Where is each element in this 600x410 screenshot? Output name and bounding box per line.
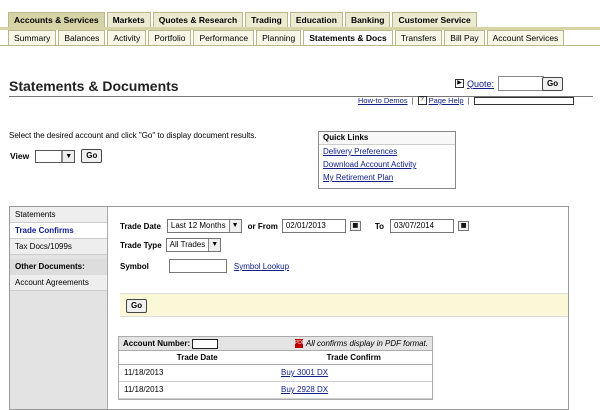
trade-type-value: All Trades (166, 239, 209, 251)
separator: | (467, 96, 470, 105)
utility-box (473, 96, 574, 105)
calendar-icon[interactable]: ▦ (349, 221, 361, 231)
howto-demos-link[interactable]: How-to Demos (358, 96, 408, 105)
chevron-down-icon: ▼ (62, 150, 75, 162)
sidebar-item-trade-confirms[interactable]: Trade Confirms (10, 223, 107, 239)
trade-date-label: Trade Date (120, 221, 161, 231)
account-select-field (36, 150, 63, 162)
trade-date-row: Trade Date Last 12 Months ▼ or From 02/0… (120, 219, 470, 233)
account-number-label: Account Number: (123, 339, 191, 348)
tab-quotes-research[interactable]: Quotes & Research (152, 12, 244, 28)
or-from-label: or From (247, 221, 278, 231)
quote-go-button[interactable]: Go (542, 77, 564, 91)
trade-date-value: Last 12 Months (167, 220, 229, 232)
tab-bill-pay[interactable]: Bill Pay (444, 30, 485, 46)
quote-input[interactable] (498, 76, 545, 91)
tab-education[interactable]: Education (289, 12, 343, 28)
trade-date-cell: 11/18/2013 (124, 385, 164, 394)
primary-nav: Accounts & Services Markets Quotes & Res… (8, 12, 479, 28)
form-go-button[interactable]: Go (126, 299, 148, 313)
pdf-icon: PDF (294, 339, 305, 348)
chevron-down-icon: ▼ (208, 239, 221, 251)
trade-date-select[interactable]: Last 12 Months ▼ (166, 219, 242, 233)
symbol-lookup-link[interactable]: Symbol Lookup (234, 262, 289, 271)
play-icon: ▶ (455, 79, 464, 88)
trade-confirm-link[interactable]: Buy 3001 DX (275, 365, 432, 381)
sidebar-item-statements[interactable]: Statements (10, 207, 107, 223)
go-band: Go (120, 293, 568, 317)
chevron-down-icon: ▼ (228, 220, 241, 232)
tab-statements-docs[interactable]: Statements & Docs (303, 30, 393, 46)
sidebar-item-account-agreements[interactable]: Account Agreements (10, 275, 107, 291)
other-documents-heading: Other Documents: (10, 259, 107, 275)
download-activity-link[interactable]: Download Account Activity (319, 158, 455, 171)
quote-link[interactable]: Quote: (467, 79, 494, 89)
to-label: To (374, 221, 385, 231)
tab-customer-service[interactable]: Customer Service (392, 12, 477, 28)
retirement-plan-link[interactable]: My Retirement Plan (319, 171, 455, 184)
instructions-text: Select the desired account and click "Go… (9, 131, 257, 140)
sidebar-item-tax-docs[interactable]: Tax Docs/1099s (10, 239, 107, 255)
symbol-label: Symbol (120, 261, 149, 271)
to-date-input[interactable]: 03/07/2014 (390, 219, 455, 233)
help-icon: ? (417, 96, 427, 105)
view-label: View (10, 151, 30, 161)
trade-confirms-table: Account Number: PDF All confirms display… (118, 336, 433, 400)
column-header-trade-date: Trade Date (176, 353, 218, 362)
symbol-row: Symbol Symbol Lookup (120, 259, 289, 273)
trade-type-select[interactable]: All Trades ▼ (165, 238, 222, 252)
tab-balances[interactable]: Balances (58, 30, 106, 46)
secondary-nav-bar (0, 45, 600, 46)
quick-links-box: Quick Links Delivery Preferences Downloa… (318, 131, 456, 189)
separator: | (411, 96, 414, 105)
document-sidebar: Statements Trade Confirms Tax Docs/1099s… (10, 207, 108, 409)
tab-summary[interactable]: Summary (8, 30, 57, 46)
page-title: Statements & Documents (9, 78, 179, 94)
column-header-trade-confirm: Trade Confirm (326, 353, 381, 362)
tab-accounts-services[interactable]: Accounts & Services (8, 12, 105, 28)
from-date-input[interactable]: 02/01/2013 (281, 219, 346, 233)
tab-portfolio[interactable]: Portfolio (148, 30, 192, 46)
symbol-input[interactable] (168, 259, 227, 273)
trade-type-row: Trade Type All Trades ▼ (120, 238, 222, 252)
utility-links: How-to Demos | ? Page Help | (358, 96, 574, 105)
pdf-note-text: All confirms display in PDF format. (305, 339, 428, 348)
quote-area: ▶ Quote: (455, 76, 545, 91)
table-row: 11/18/2013 Buy 3001 DX (119, 365, 432, 382)
tab-banking[interactable]: Banking (344, 12, 391, 28)
account-number-box (192, 338, 219, 349)
trade-date-cell: 11/18/2013 (124, 368, 164, 377)
view-row: View ▼ Go (10, 149, 103, 163)
page-help-link[interactable]: Page Help (429, 96, 464, 105)
tab-planning[interactable]: Planning (256, 30, 302, 46)
table-column-headers: Trade Date Trade Confirm (119, 351, 432, 365)
tab-transfers[interactable]: Transfers (394, 30, 443, 46)
quick-links-heading: Quick Links (319, 132, 455, 145)
tab-trading[interactable]: Trading (245, 12, 288, 28)
table-header-bar: Account Number: PDF All confirms display… (119, 337, 432, 351)
tab-markets[interactable]: Markets (106, 12, 151, 28)
trade-type-label: Trade Type (120, 240, 162, 250)
view-go-button[interactable]: Go (81, 149, 103, 163)
calendar-icon[interactable]: ▦ (458, 221, 470, 231)
account-select[interactable]: ▼ (35, 149, 76, 163)
table-row: 11/18/2013 Buy 2928 DX (119, 382, 432, 399)
tab-activity[interactable]: Activity (107, 30, 147, 46)
trade-confirm-link[interactable]: Buy 2928 DX (275, 382, 432, 398)
tab-performance[interactable]: Performance (193, 30, 255, 46)
secondary-nav: Summary Balances Activity Portfolio Perf… (8, 30, 566, 46)
tab-account-services[interactable]: Account Services (486, 30, 565, 46)
pdf-note: PDF All confirms display in PDF format. (294, 339, 428, 348)
delivery-preferences-link[interactable]: Delivery Preferences (319, 145, 455, 158)
